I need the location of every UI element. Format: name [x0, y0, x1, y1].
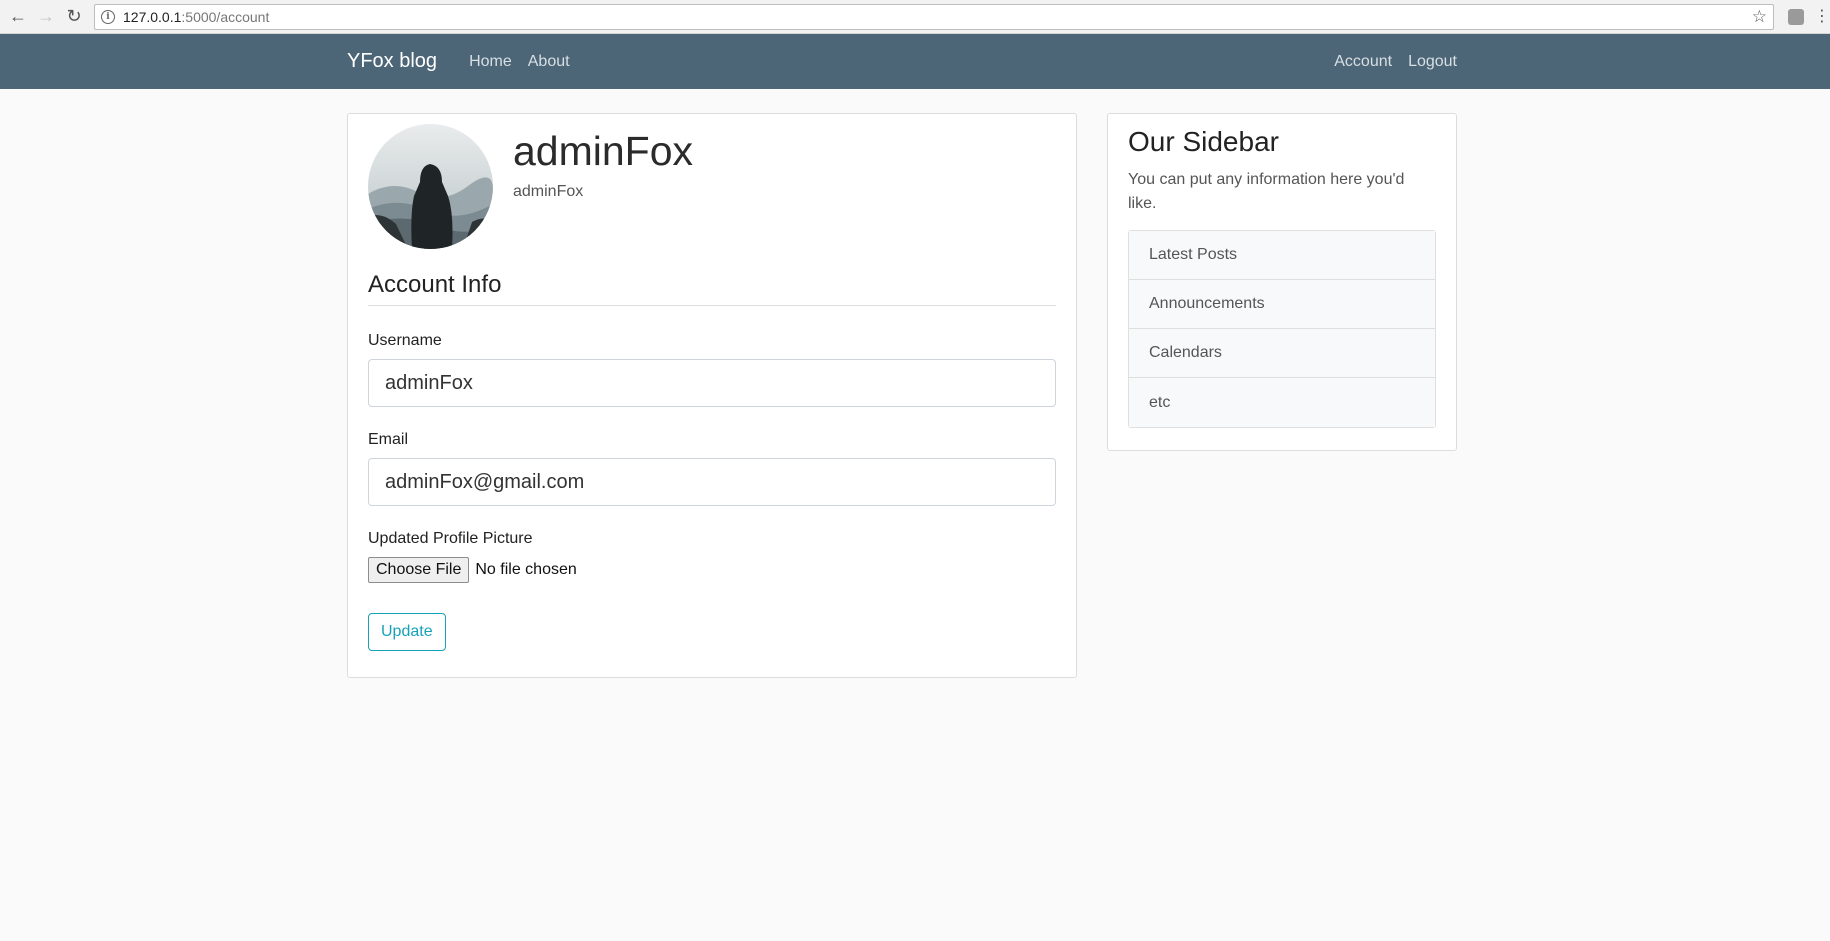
sidebar-item-calendars[interactable]: Calendars [1129, 329, 1435, 378]
sidebar-title: Our Sidebar [1128, 126, 1279, 157]
extension-icon[interactable] [1788, 8, 1804, 25]
username-group: Username [368, 332, 1056, 407]
file-picker: Choose File No file chosen [368, 557, 1056, 583]
email-label: Email [368, 431, 409, 448]
picture-group: Updated Profile Picture Choose File No f… [368, 530, 1056, 583]
browser-menu-icon[interactable]: ⋮ [1814, 8, 1830, 24]
url-host: 127.0.0.1 [123, 8, 182, 25]
profile-header: adminFox adminFox [368, 124, 1056, 249]
sidebar-list: Latest Posts Announcements Calendars etc [1128, 230, 1436, 428]
nav-home-link[interactable]: Home [469, 53, 512, 71]
profile-text: adminFox adminFox [513, 124, 693, 201]
back-arrow-icon[interactable]: ← [6, 5, 30, 29]
address-bar[interactable]: i 127.0.0.1:5000/account ☆ [94, 3, 1774, 30]
account-info-legend: Account Info [368, 271, 1056, 306]
email-input[interactable] [368, 458, 1056, 506]
forward-arrow-icon[interactable]: → [34, 5, 58, 29]
choose-file-button[interactable]: Choose File [368, 557, 470, 583]
reload-icon[interactable]: ↻ [62, 5, 86, 29]
nav-account-link[interactable]: Account [1334, 53, 1392, 71]
profile-subtitle: adminFox [513, 183, 584, 200]
main-content: adminFox adminFox Account Info Username … [347, 89, 1457, 678]
nav-about-link[interactable]: About [528, 53, 570, 71]
brand-link[interactable]: YFox blog [347, 50, 437, 73]
avatar-image [368, 124, 493, 249]
nav-logout-link[interactable]: Logout [1408, 53, 1457, 71]
file-status: No file chosen [475, 561, 577, 578]
sidebar-item-latest-posts[interactable]: Latest Posts [1129, 231, 1435, 280]
email-group: Email [368, 431, 1056, 506]
sidebar: Our Sidebar You can put any information … [1107, 113, 1457, 451]
username-label: Username [368, 332, 442, 349]
url-path: :5000/account [181, 8, 270, 25]
sidebar-item-etc[interactable]: etc [1129, 378, 1435, 427]
sidebar-description: You can put any information here you'd l… [1128, 171, 1405, 212]
site-navbar: YFox blog Home About Account Logout [0, 34, 1830, 89]
browser-toolbar: ← → ↻ i 127.0.0.1:5000/account ☆ ⋮ [0, 0, 1830, 34]
update-button[interactable]: Update [368, 613, 446, 651]
avatar [368, 124, 493, 249]
nav-right-group: Account Logout [1318, 53, 1457, 71]
bookmark-star-icon[interactable]: ☆ [1752, 7, 1767, 27]
username-input[interactable] [368, 359, 1056, 407]
profile-name: adminFox [513, 128, 694, 174]
picture-label: Updated Profile Picture [368, 530, 533, 547]
sidebar-item-announcements[interactable]: Announcements [1129, 280, 1435, 329]
info-icon[interactable]: i [101, 9, 115, 24]
account-card: adminFox adminFox Account Info Username … [347, 113, 1077, 678]
